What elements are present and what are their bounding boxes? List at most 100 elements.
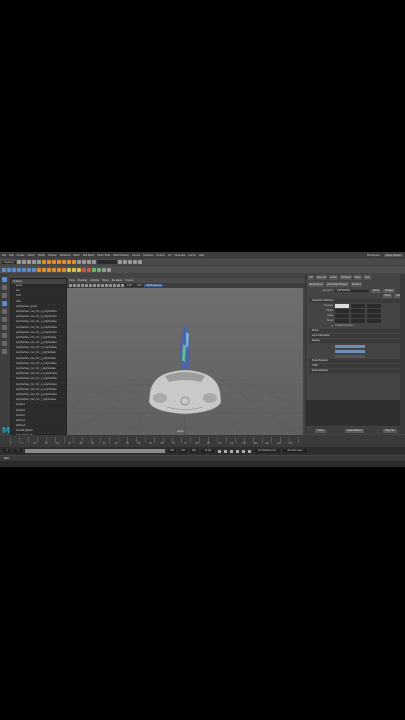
image-plane-icon[interactable]	[77, 284, 80, 287]
presets-button[interactable]: Presets	[383, 289, 396, 293]
inherits-checkbox[interactable]: ☐	[309, 325, 333, 328]
redo-icon[interactable]	[37, 260, 42, 264]
bevel-icon[interactable]	[72, 267, 76, 272]
snap-point-icon[interactable]	[67, 260, 72, 264]
scale-x-field[interactable]	[335, 314, 349, 318]
poly-plane-icon[interactable]	[57, 267, 61, 272]
xray-icon[interactable]	[121, 284, 124, 287]
poly-cone-icon[interactable]	[52, 267, 56, 272]
menu-surfaces[interactable]: Surfaces	[143, 254, 153, 257]
select-component-icon[interactable]	[52, 260, 57, 264]
camera-icon[interactable]	[102, 267, 106, 272]
ipr-icon[interactable]	[87, 260, 92, 264]
copy-tab-button[interactable]: Copy Tab	[382, 428, 397, 433]
rotate-y-field[interactable]	[351, 309, 365, 313]
render-settings-icon[interactable]	[92, 260, 97, 264]
single-layout-icon[interactable]	[2, 333, 7, 338]
rotate-z-field[interactable]	[367, 309, 381, 313]
exposure-field[interactable]: 0.00	[125, 283, 134, 288]
animation-end-field[interactable]: 200	[190, 449, 198, 453]
nurbs-circle-icon[interactable]	[2, 267, 6, 272]
shear-y-field[interactable]	[351, 319, 365, 323]
playback-start-field[interactable]: 1	[14, 449, 22, 453]
focus-button[interactable]: Focus	[371, 289, 382, 293]
section-display[interactable]: Display	[309, 339, 403, 343]
menu-uv[interactable]: UV	[168, 254, 172, 257]
play-forwards-icon[interactable]	[236, 449, 239, 453]
grid-toggle-icon[interactable]	[81, 284, 84, 287]
textured-icon[interactable]	[101, 284, 104, 287]
light-icon[interactable]	[107, 267, 111, 272]
menu-generate[interactable]: Generate	[175, 254, 186, 257]
select-hierarchy-icon[interactable]	[42, 260, 47, 264]
show-button[interactable]: Show	[382, 294, 393, 298]
go-to-start-icon[interactable]	[218, 449, 221, 453]
rotate-tool-icon[interactable]	[2, 309, 7, 314]
lights-icon[interactable]	[105, 284, 108, 287]
section-node-behavior[interactable]: Node Behavior	[309, 359, 403, 363]
history-icon[interactable]	[77, 260, 82, 264]
menu-modify[interactable]: Modify	[38, 254, 46, 257]
paint-select-icon[interactable]	[2, 293, 7, 298]
section-limit-information[interactable]: Limit Information	[309, 334, 403, 338]
new-scene-icon[interactable]	[17, 260, 22, 264]
separate-icon[interactable]	[87, 267, 91, 272]
snap-grid-icon[interactable]	[57, 260, 62, 264]
isolate-icon[interactable]	[117, 284, 120, 287]
snap-plane-icon[interactable]	[72, 260, 77, 264]
step-back-icon[interactable]	[224, 449, 227, 453]
save-scene-icon[interactable]	[27, 260, 32, 264]
menu-mesh[interactable]: Mesh	[73, 254, 79, 257]
section-transform-attributes[interactable]: Transform Attributes	[309, 299, 403, 303]
camera-attributes-icon[interactable]	[69, 284, 72, 287]
node-name-field[interactable]: polySurface1	[335, 290, 369, 292]
menu-windows[interactable]: Windows	[60, 254, 71, 257]
go-to-end-icon[interactable]	[248, 449, 251, 453]
last-tool-icon[interactable]	[2, 325, 7, 330]
ao-icon[interactable]	[113, 284, 116, 287]
select-button[interactable]: Select	[315, 428, 326, 433]
poly-cylinder-icon[interactable]	[47, 267, 51, 272]
node-tab-shape[interactable]: polySurfaceShape1	[325, 282, 349, 287]
character-set-dropdown[interactable]: No Character Set	[254, 449, 280, 453]
nurbs-square-icon[interactable]	[7, 267, 11, 272]
ae-menu-show[interactable]: Show	[353, 275, 362, 280]
select-tool-icon[interactable]	[2, 277, 7, 282]
menu-curves[interactable]: Curves	[132, 254, 140, 257]
outliner-layout-icon[interactable]	[2, 349, 7, 354]
extrude-icon[interactable]	[67, 267, 71, 272]
display-slider-a[interactable]	[335, 344, 365, 348]
undo-icon[interactable]	[32, 260, 37, 264]
nurbs-cylinder-icon[interactable]	[22, 267, 26, 272]
menu-set-dropdown[interactable]: Modeling	[2, 260, 17, 264]
viewport-panel[interactable]: View Shading Lighting Show Renderer Pane…	[67, 278, 305, 440]
load-attributes-button[interactable]: Load Attributes	[344, 428, 364, 433]
toggle-attribute-editor-icon[interactable]	[128, 260, 133, 264]
end-time-field[interactable]: 120	[179, 449, 187, 453]
section-extra-attributes[interactable]: Extra Attributes	[309, 369, 403, 373]
snap-curve-icon[interactable]	[62, 260, 67, 264]
sign-in-icon[interactable]	[118, 260, 123, 264]
menu-display[interactable]: Display	[48, 254, 57, 257]
menu-mesh-tools[interactable]: Mesh Tools	[97, 254, 110, 257]
step-forward-icon[interactable]	[242, 449, 245, 453]
node-tab-transform[interactable]: polySurface1	[308, 282, 324, 287]
shadows-icon[interactable]	[109, 284, 112, 287]
ae-menu-attributes[interactable]: Attributes	[339, 275, 352, 280]
nurbs-cube-icon[interactable]	[17, 267, 21, 272]
render-icon[interactable]	[82, 260, 87, 264]
scale-tool-icon[interactable]	[2, 317, 7, 322]
anim-layer-dropdown[interactable]: No Anim Layer	[283, 449, 307, 453]
toggle-modeling-toolkit-icon[interactable]	[123, 260, 128, 264]
nurbs-cone-icon[interactable]	[27, 267, 31, 272]
section-pivots[interactable]: Pivots	[309, 329, 403, 333]
play-backwards-icon[interactable]	[230, 449, 233, 453]
four-layout-icon[interactable]	[2, 341, 7, 346]
toggle-channel-box-icon[interactable]	[138, 260, 143, 264]
fps-dropdown[interactable]: 24 fps	[201, 449, 215, 453]
move-tool-icon[interactable]	[2, 301, 7, 306]
playback-end-field[interactable]: 120	[168, 449, 176, 453]
smooth-shade-icon[interactable]	[97, 284, 100, 287]
bookmark-icon[interactable]	[73, 284, 76, 287]
combine-icon[interactable]	[82, 267, 86, 272]
